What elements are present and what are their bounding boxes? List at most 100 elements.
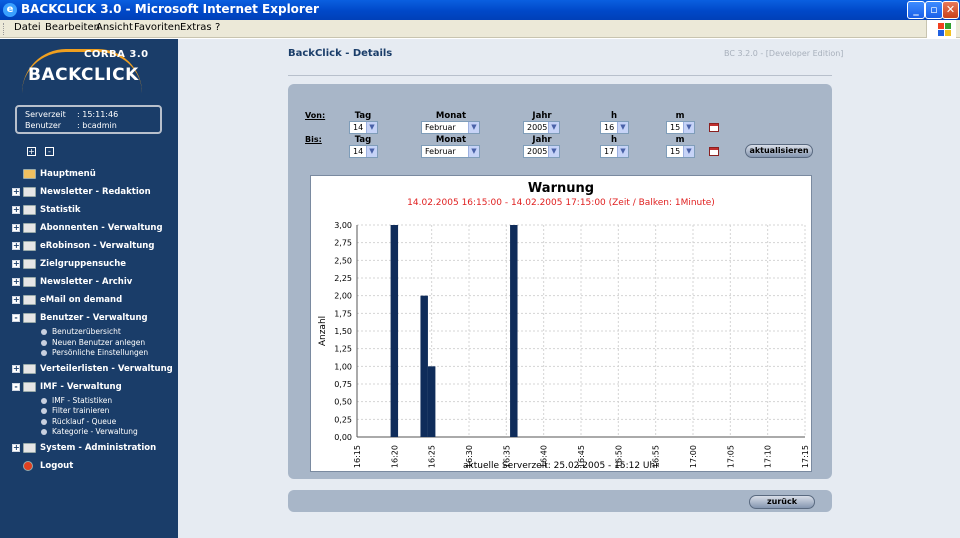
y-tick-label: 1,50: [334, 327, 352, 336]
calendar-icon[interactable]: [709, 147, 719, 156]
logo-version: CORBA 3.0: [84, 49, 149, 60]
sidebar-item-label: IMF - Verwaltung: [40, 381, 122, 392]
bis-monat-select[interactable]: Februar ▼: [421, 145, 480, 158]
y-tick-label: 1,25: [334, 345, 352, 354]
bullet-icon: [41, 339, 47, 346]
expand-icon[interactable]: +: [12, 224, 20, 232]
von-m-value: 15: [670, 123, 681, 132]
chevron-down-icon: ▼: [468, 146, 479, 157]
sidebar-item-label: Hauptmenü: [40, 169, 96, 179]
sidebar-item-label: eMail on demand: [40, 295, 123, 305]
bis-tag-value: 14: [353, 147, 364, 156]
menu-help[interactable]: ?: [215, 22, 220, 33]
expand-icon[interactable]: +: [12, 364, 20, 373]
menu-extras[interactable]: Extras: [180, 22, 212, 33]
toolbar-grip: [3, 23, 6, 35]
y-tick-label: 0,00: [334, 433, 352, 442]
sidebar-item-label: Zielgruppensuche: [40, 259, 127, 269]
sidebar-item-label: Benutzer - Verwaltung: [40, 313, 148, 323]
menu-bearbeiten[interactable]: Bearbeiten: [45, 22, 100, 33]
expand-icon[interactable]: +: [12, 278, 20, 286]
header-h-von: h: [610, 111, 618, 121]
users-icon: [23, 381, 36, 392]
y-tick-label: 3,00: [334, 221, 352, 230]
y-tick-label: 2,75: [334, 239, 352, 248]
bis-jahr-select[interactable]: 2005 ▼: [523, 145, 560, 158]
chart-container: 0,00 0,25 0,50 0,75 1,00 1,25 1,50 1,75 2,00 2,25…: [310, 175, 812, 472]
chart-bar: [427, 366, 436, 437]
von-tag-select[interactable]: 14 ▼: [349, 121, 378, 134]
menu-ansicht[interactable]: Ansicht: [96, 22, 133, 33]
folder-icon: [23, 277, 36, 287]
sidebar-subitem-label: Kategorie - Verwaltung: [52, 427, 138, 436]
sidebar-subitem-label: Neuen Benutzer anlegen: [52, 337, 146, 347]
y-tick-label: 1,75: [334, 309, 352, 318]
user-value: : bcadmin: [77, 121, 117, 130]
bis-m-select[interactable]: 15 ▼: [666, 145, 695, 158]
y-tick-label: 1,00: [334, 362, 352, 371]
header-m-von: m: [675, 111, 685, 121]
expand-icon[interactable]: +: [12, 443, 20, 452]
folder-icon: [23, 363, 36, 374]
chart-bar: [420, 295, 428, 437]
header-tag-von: Tag: [354, 111, 372, 121]
expand-icon[interactable]: +: [12, 296, 20, 304]
window-title: BACKCLICK 3.0 - Microsoft Internet Explo…: [21, 2, 319, 16]
collapse-icon[interactable]: -: [12, 314, 20, 322]
bis-tag-select[interactable]: 14 ▼: [349, 145, 378, 158]
close-button[interactable]: ✕: [942, 1, 959, 19]
folder-icon: [23, 223, 36, 233]
collapse-icon[interactable]: -: [12, 382, 20, 391]
folder-icon: [23, 295, 36, 305]
menu-favoriten[interactable]: Favoriten: [134, 22, 180, 33]
menu-datei[interactable]: Datei: [14, 22, 41, 33]
expand-icon[interactable]: +: [12, 206, 20, 214]
von-jahr-value: 2005: [527, 123, 548, 132]
von-m-select[interactable]: 15 ▼: [666, 121, 695, 134]
expand-all-button[interactable]: +: [27, 147, 36, 156]
von-monat-value: Februar: [425, 123, 456, 132]
y-tick-label: 0,75: [334, 380, 352, 389]
folder-icon: [23, 259, 36, 269]
expand-icon[interactable]: +: [12, 188, 20, 196]
y-tick-label: 2,25: [334, 274, 352, 283]
logo-brand: BACKCLICK: [28, 65, 139, 85]
collapse-all-button[interactable]: -: [45, 147, 54, 156]
chart-footer: aktuelle Serverzeit: 25.02.2005 - 15:12 …: [463, 461, 659, 471]
maximize-button[interactable]: ▫: [925, 1, 943, 19]
page-title: BackClick - Details: [288, 48, 393, 59]
sidebar-item-label: Newsletter - Archiv: [40, 277, 133, 287]
windows-logo-icon: [926, 20, 956, 38]
bis-h-select[interactable]: 17 ▼: [600, 145, 629, 158]
chevron-down-icon: ▼: [683, 146, 694, 157]
expand-icon[interactable]: +: [12, 260, 20, 268]
sidebar-subitem-label: Persönliche Einstellungen: [52, 348, 149, 357]
von-jahr-select[interactable]: 2005 ▼: [523, 121, 560, 134]
chart-title: Warnung: [527, 181, 595, 196]
von-tag-value: 14: [353, 123, 364, 132]
sidebar-item-label: Newsletter - Redaktion: [40, 187, 151, 197]
edition-label: BC 3.2.0 - [Developer Edition]: [724, 49, 844, 58]
bis-m-value: 15: [670, 147, 681, 156]
folder-icon: [23, 187, 36, 197]
calendar-icon[interactable]: [709, 123, 719, 132]
expand-icon[interactable]: +: [12, 242, 20, 250]
chart-svg: 0,00 0,25 0,50 0,75 1,00 1,25 1,50 1,75 2,00 2,25…: [318, 221, 810, 468]
back-button[interactable]: zurück: [749, 495, 815, 509]
y-tick-label: 2,00: [334, 292, 352, 301]
bullet-icon: [41, 329, 47, 335]
bis-h-value: 17: [604, 147, 615, 156]
chart-bar: [510, 225, 518, 437]
sidebar-subitem-label: Rücklauf - Queue: [52, 416, 117, 426]
users-icon: [23, 313, 36, 323]
session-info-box: Serverzeit : 15:11:46 Benutzer : bcadmin: [15, 105, 162, 134]
bullet-icon: [41, 418, 47, 425]
refresh-button[interactable]: aktualisieren: [745, 144, 813, 158]
von-monat-select[interactable]: Februar ▼: [421, 121, 480, 134]
bis-jahr-value: 2005: [527, 147, 548, 156]
sidebar-item-label: System - Administration: [40, 442, 157, 453]
chevron-down-icon: ▼: [366, 146, 377, 157]
minimize-button[interactable]: _: [907, 1, 925, 19]
von-h-select[interactable]: 16 ▼: [600, 121, 629, 134]
y-tick-label: 0,50: [334, 398, 352, 407]
